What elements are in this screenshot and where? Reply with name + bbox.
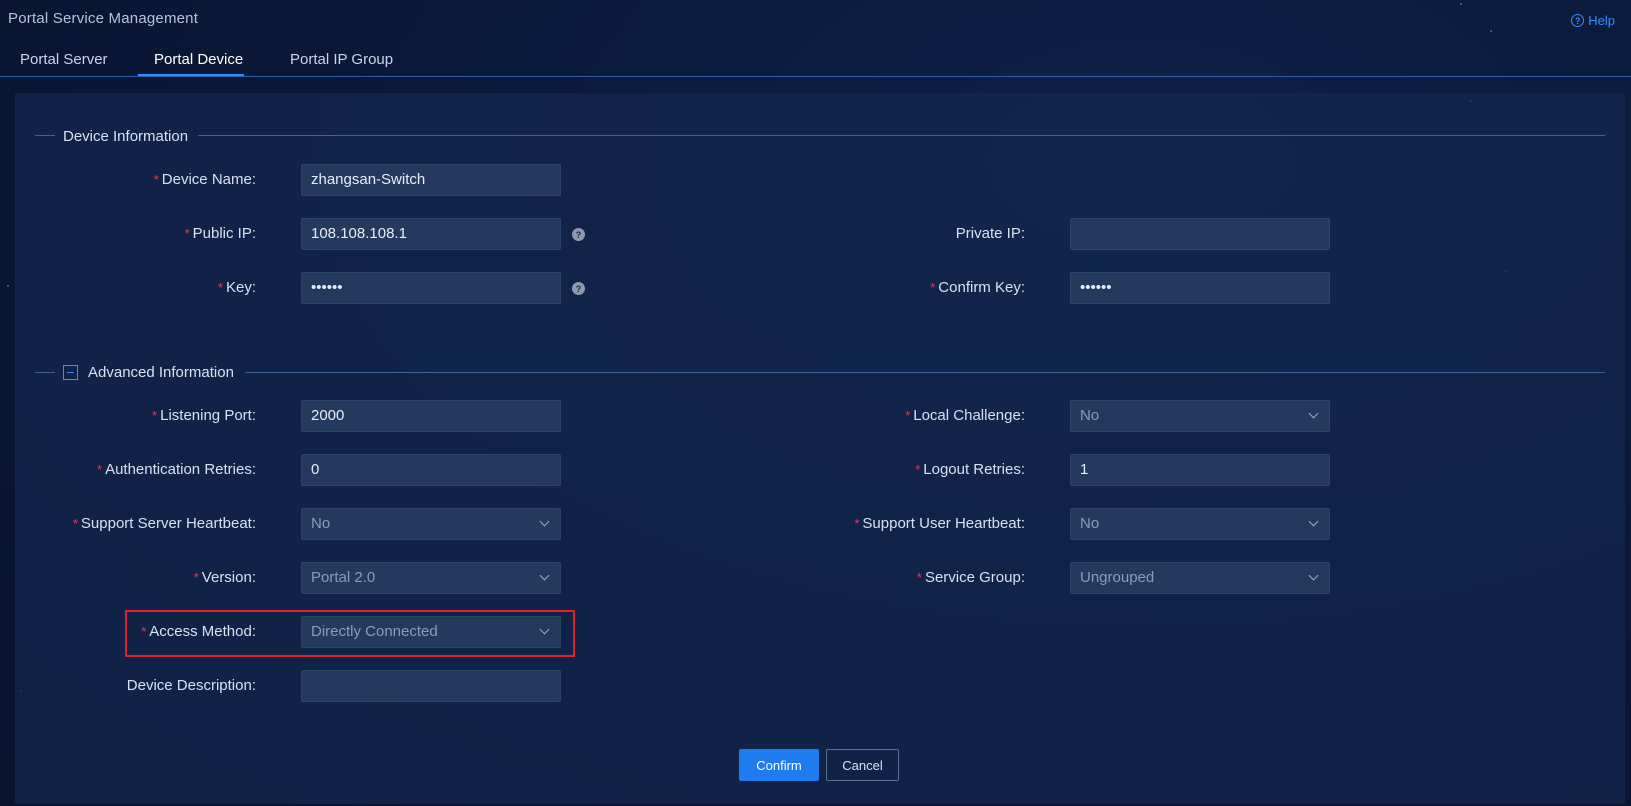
access-method-select[interactable]: Directly Connected bbox=[301, 616, 561, 648]
user-heartbeat-label: * Support User Heartbeat: bbox=[854, 515, 1025, 532]
access-method-value: Directly Connected bbox=[311, 623, 438, 640]
key-label: * Key: bbox=[217, 279, 256, 296]
top-bar: Portal Service Management ? Help bbox=[0, 0, 1631, 40]
user-heartbeat-value: No bbox=[1080, 515, 1100, 532]
section-divider bbox=[198, 135, 1605, 136]
server-heartbeat-select[interactable]: No bbox=[301, 508, 561, 540]
chevron-down-icon bbox=[1308, 408, 1319, 419]
required-marker: * bbox=[193, 570, 199, 585]
chevron-down-icon bbox=[539, 570, 550, 581]
user-heartbeat-select[interactable]: No bbox=[1070, 508, 1330, 540]
key-help-icon[interactable]: ? bbox=[572, 282, 585, 295]
required-marker: * bbox=[184, 226, 190, 241]
confirm-button[interactable]: Confirm bbox=[739, 749, 819, 781]
local-challenge-select[interactable]: No bbox=[1070, 400, 1330, 432]
required-marker: * bbox=[141, 624, 147, 639]
chevron-down-icon bbox=[539, 624, 550, 635]
confirm-key-label: * Confirm Key: bbox=[930, 279, 1025, 296]
section-title-device-information: Device Information bbox=[63, 128, 189, 145]
help-link[interactable]: ? Help bbox=[1571, 13, 1615, 28]
server-heartbeat-label: * Support Server Heartbeat: bbox=[72, 515, 256, 532]
confirm-key-input[interactable]: •••••• bbox=[1070, 272, 1330, 304]
local-challenge-label: * Local Challenge: bbox=[905, 407, 1025, 424]
help-circle-icon: ? bbox=[1571, 14, 1585, 27]
required-marker: * bbox=[153, 172, 159, 187]
required-marker: * bbox=[905, 408, 911, 423]
active-tab-indicator bbox=[138, 74, 244, 76]
device-name-label: * Device Name: bbox=[153, 171, 256, 188]
service-group-label: * Service Group: bbox=[916, 569, 1025, 586]
help-label: Help bbox=[1588, 13, 1615, 28]
required-marker: * bbox=[916, 570, 922, 585]
version-value: Portal 2.0 bbox=[311, 569, 376, 586]
form-panel bbox=[15, 93, 1625, 804]
page-title: Portal Service Management bbox=[8, 10, 199, 27]
device-name-input[interactable]: zhangsan-Switch bbox=[301, 164, 561, 196]
version-label: * Version: bbox=[193, 569, 256, 586]
required-marker: * bbox=[930, 280, 936, 295]
chevron-down-icon bbox=[1308, 570, 1319, 581]
tab-portal-server[interactable]: Portal Server bbox=[20, 51, 108, 76]
service-group-value: Ungrouped bbox=[1080, 569, 1155, 586]
server-heartbeat-value: No bbox=[311, 515, 331, 532]
chevron-down-icon bbox=[1308, 516, 1319, 527]
device-description-label: Device Description: bbox=[126, 677, 256, 694]
required-marker: * bbox=[217, 280, 223, 295]
local-challenge-value: No bbox=[1080, 407, 1100, 424]
private-ip-label: Private IP: bbox=[955, 225, 1025, 242]
tab-portal-ip-group[interactable]: Portal IP Group bbox=[290, 51, 393, 76]
required-marker: * bbox=[854, 516, 860, 531]
public-ip-label: * Public IP: bbox=[184, 225, 256, 242]
version-select[interactable]: Portal 2.0 bbox=[301, 562, 561, 594]
collapse-toggle-icon[interactable] bbox=[63, 365, 78, 380]
auth-retries-label: * Authentication Retries: bbox=[97, 461, 256, 478]
logout-retries-input[interactable]: 1 bbox=[1070, 454, 1330, 486]
chevron-down-icon bbox=[539, 516, 550, 527]
required-marker: * bbox=[915, 462, 921, 477]
required-marker: * bbox=[72, 516, 78, 531]
section-divider bbox=[245, 372, 1605, 373]
access-method-label: * Access Method: bbox=[141, 623, 256, 640]
tab-bar: Portal Server Portal Device Portal IP Gr… bbox=[0, 40, 1631, 77]
background-star bbox=[7, 285, 9, 287]
section-divider bbox=[35, 372, 55, 373]
key-input[interactable]: •••••• bbox=[301, 272, 561, 304]
public-ip-help-icon[interactable]: ? bbox=[572, 228, 585, 241]
cancel-button[interactable]: Cancel bbox=[826, 749, 899, 781]
section-divider bbox=[35, 135, 55, 136]
listening-port-label: * Listening Port: bbox=[152, 407, 256, 424]
logout-retries-label: * Logout Retries: bbox=[915, 461, 1025, 478]
public-ip-input[interactable]: 108.108.108.1 bbox=[301, 218, 561, 250]
service-group-select[interactable]: Ungrouped bbox=[1070, 562, 1330, 594]
auth-retries-input[interactable]: 0 bbox=[301, 454, 561, 486]
listening-port-input[interactable]: 2000 bbox=[301, 400, 561, 432]
required-marker: * bbox=[152, 408, 158, 423]
section-title-advanced-information: Advanced Information bbox=[88, 364, 234, 381]
tab-portal-device[interactable]: Portal Device bbox=[154, 51, 243, 76]
private-ip-input[interactable] bbox=[1070, 218, 1330, 250]
required-marker: * bbox=[97, 462, 103, 477]
device-description-input[interactable] bbox=[301, 670, 561, 702]
